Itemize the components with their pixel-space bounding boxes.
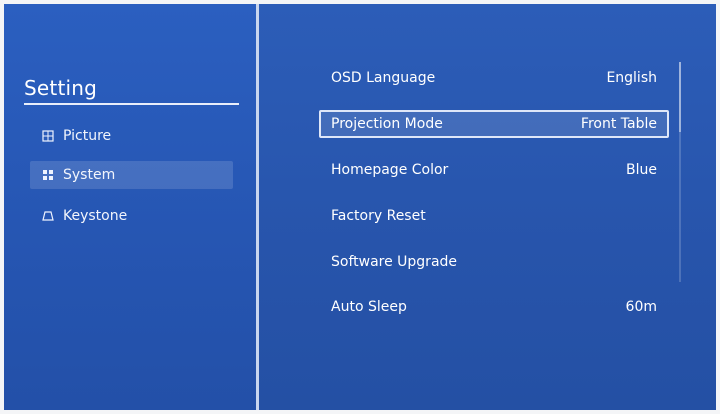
setting-label: Software Upgrade <box>331 254 458 270</box>
picture-icon <box>42 130 54 142</box>
scrollbar-thumb[interactable] <box>679 62 681 132</box>
setting-label: Projection Mode <box>331 116 443 132</box>
setting-row-homepage-color[interactable]: Homepage Color Blue <box>319 156 669 184</box>
setting-value: English <box>606 70 657 86</box>
sidebar-item-label: Picture <box>63 128 112 144</box>
sidebar-item-system[interactable]: System <box>30 161 233 189</box>
sidebar-title: Setting <box>24 76 98 100</box>
setting-row-software-upgrade[interactable]: Software Upgrade <box>319 248 669 276</box>
setting-label: Factory Reset <box>331 208 426 224</box>
setting-row-auto-sleep[interactable]: Auto Sleep 60m <box>319 293 669 321</box>
sidebar: Setting Picture System Keystone <box>4 4 256 410</box>
setting-label: Homepage Color <box>331 162 449 178</box>
keystone-icon <box>42 210 54 222</box>
setting-value: 60m <box>625 299 657 315</box>
sidebar-item-keystone[interactable]: Keystone <box>30 202 233 230</box>
system-icon <box>42 169 54 181</box>
setting-row-factory-reset[interactable]: Factory Reset <box>319 202 669 230</box>
setting-label: Auto Sleep <box>331 299 407 315</box>
settings-screen: Setting Picture System Keystone OSD Lang… <box>4 4 716 410</box>
setting-value: Front Table <box>580 116 657 132</box>
settings-panel: OSD Language English Projection Mode Fro… <box>259 4 716 410</box>
setting-label: OSD Language <box>331 70 436 86</box>
sidebar-item-picture[interactable]: Picture <box>30 122 233 150</box>
setting-row-projection-mode[interactable]: Projection Mode Front Table <box>319 110 669 138</box>
sidebar-item-label: System <box>63 167 116 183</box>
setting-value: Blue <box>626 162 657 178</box>
setting-row-osd-language[interactable]: OSD Language English <box>319 64 669 92</box>
sidebar-item-label: Keystone <box>63 208 128 224</box>
sidebar-divider <box>24 103 239 105</box>
scrollbar-track[interactable] <box>679 62 681 282</box>
